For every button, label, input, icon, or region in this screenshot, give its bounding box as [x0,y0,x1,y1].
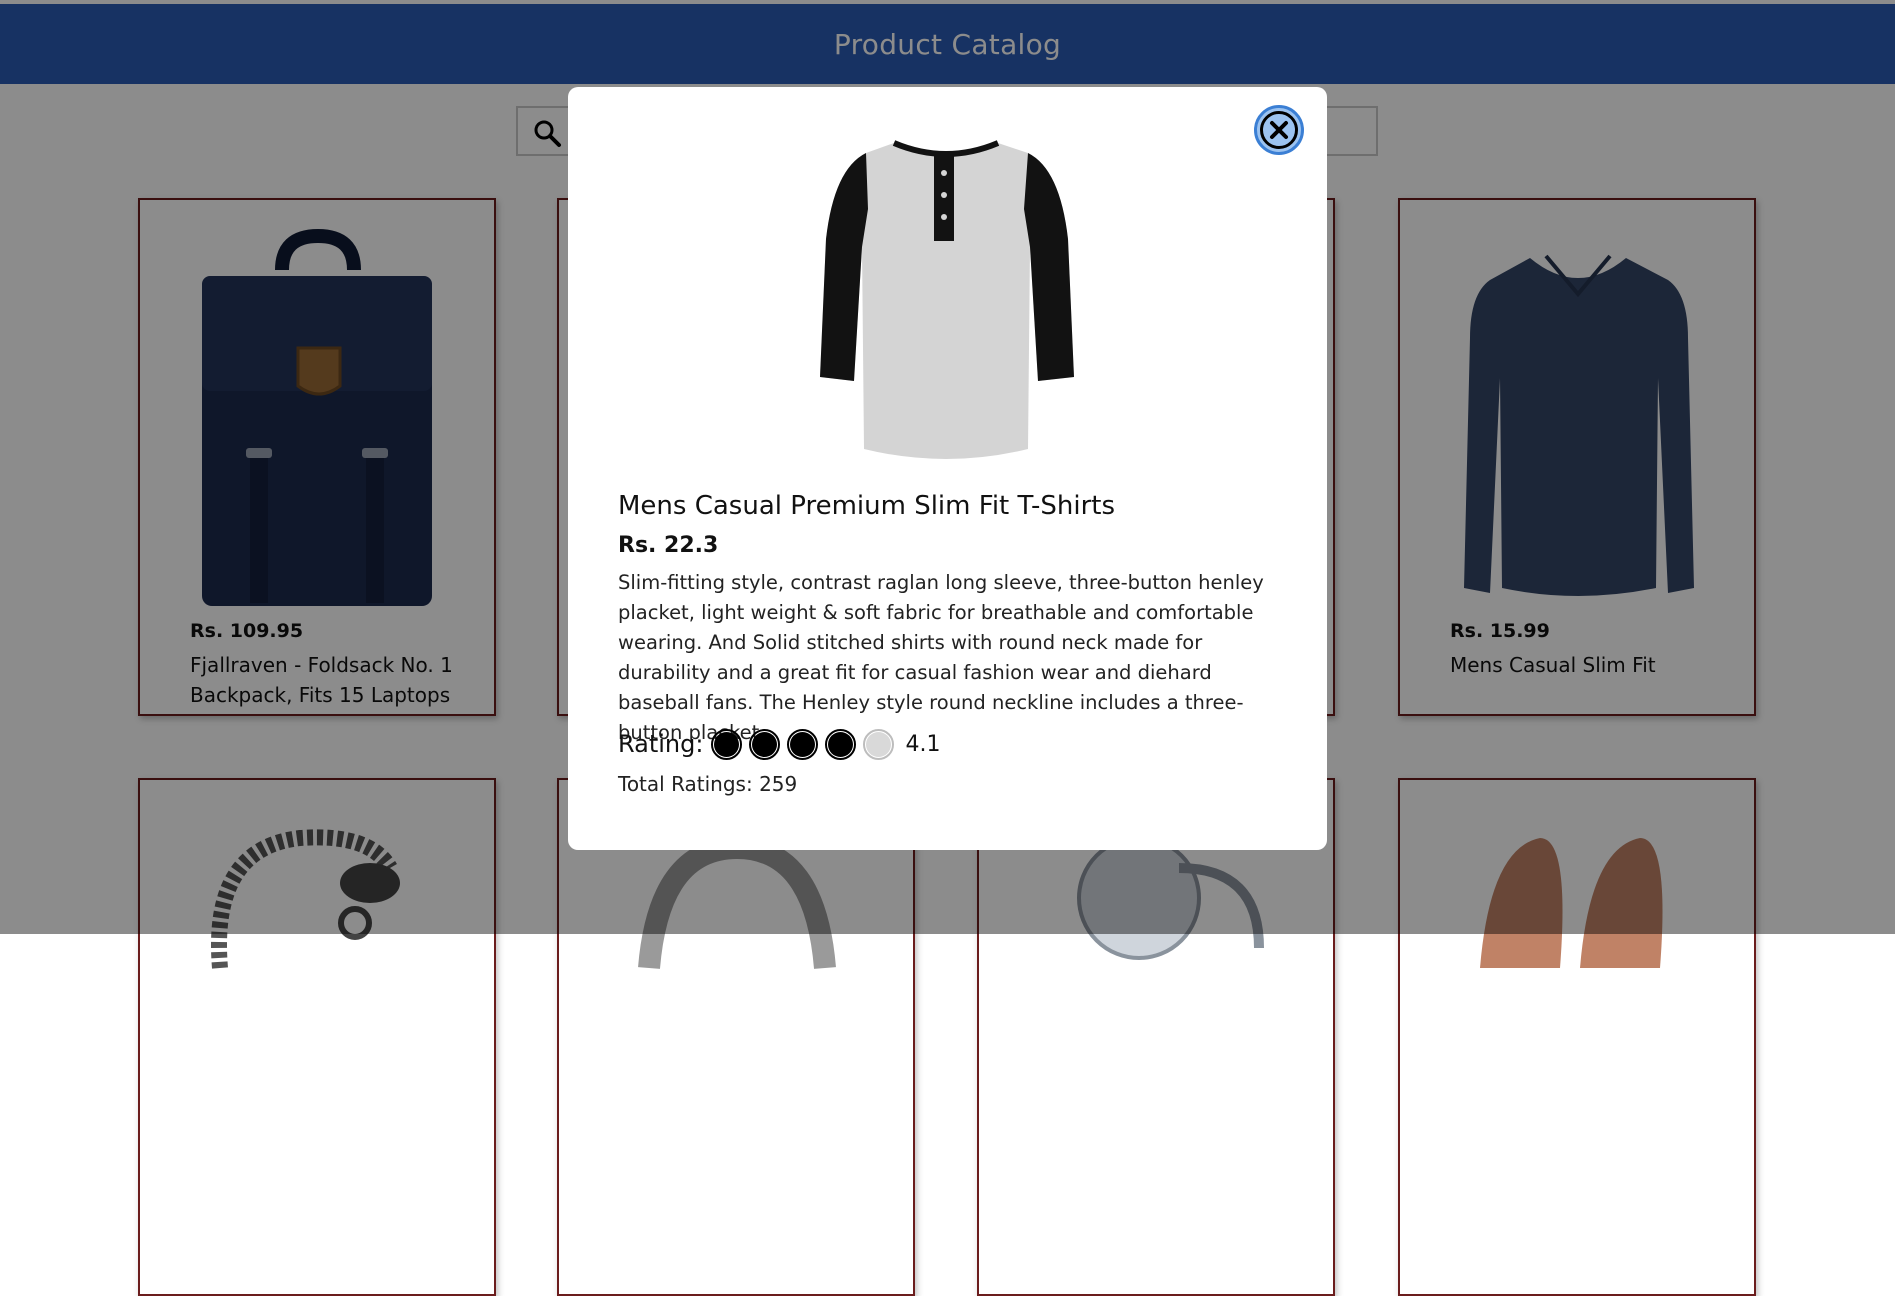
close-button[interactable] [1254,105,1304,155]
close-icon [1260,111,1298,149]
rating-row: Rating: 4.1 [618,727,940,761]
rating-dot-icon [749,728,781,760]
product-price: Rs. 22.3 [618,533,719,558]
rating-value: 4.1 [905,731,941,757]
rating-label: Rating: [618,730,704,758]
total-ratings: Total Ratings: 259 [618,772,798,796]
product-description: Slim-fitting style, contrast raglan long… [618,571,1264,744]
rating-dot-icon [825,728,857,760]
rating-dot-icon [787,728,819,760]
raglan-shirt-image [820,140,1074,459]
product-detail-modal: Mens Casual Premium Slim Fit T-Shirts Rs… [568,87,1327,850]
product-title: Mens Casual Premium Slim Fit T-Shirts [618,491,1116,521]
rating-dot-icon [711,728,743,760]
rating-dot-icon [863,728,895,760]
